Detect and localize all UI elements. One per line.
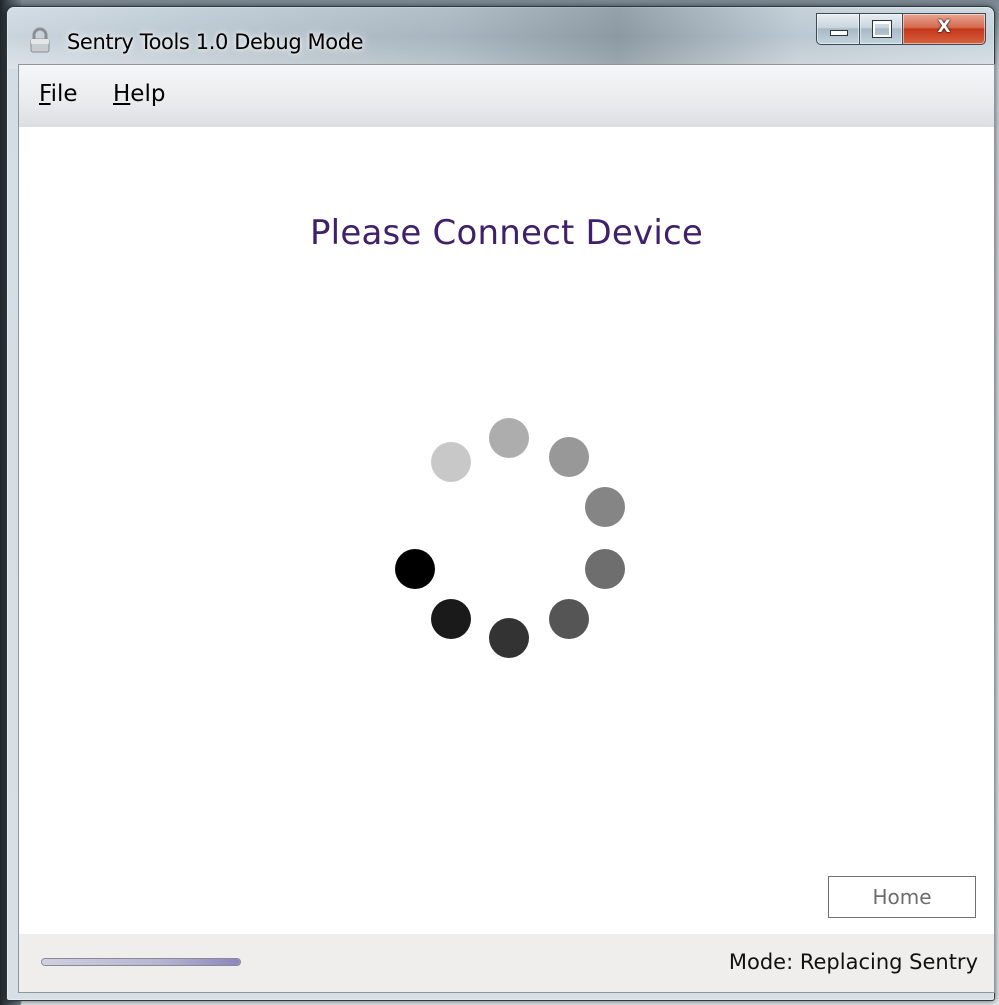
menu-help-label: elp — [130, 81, 166, 107]
status-mode-text: Mode: Replacing Sentry — [728, 950, 978, 974]
window-title: Sentry Tools 1.0 Debug Mode — [67, 30, 364, 54]
progress-bar — [41, 958, 241, 966]
home-button[interactable]: Home — [828, 876, 976, 918]
spinner-dot — [489, 418, 529, 458]
maximize-icon — [872, 20, 892, 38]
spinner-dot — [431, 599, 471, 639]
close-button[interactable]: X — [903, 13, 986, 45]
page-title: Please Connect Device — [309, 213, 703, 253]
maximize-button[interactable] — [860, 13, 903, 45]
spinner-dot — [585, 549, 625, 589]
menu-file-accelerator: F — [39, 81, 51, 107]
menu-file-label: ile — [50, 81, 78, 107]
client-area: File Help Please Connect Device Home Mod… — [18, 64, 995, 993]
minimize-icon — [830, 30, 848, 36]
menu-help-accelerator: H — [113, 81, 131, 107]
spinner-dot — [431, 442, 471, 482]
spinner-dot — [549, 599, 589, 639]
menu-bar: File Help — [19, 65, 994, 127]
spinner-dot — [585, 487, 625, 527]
caption-buttons: X — [816, 13, 986, 45]
minimize-button[interactable] — [816, 13, 860, 45]
loading-spinner-icon — [19, 65, 994, 992]
spinner-dot — [395, 549, 435, 589]
padlock-icon — [30, 27, 50, 53]
menu-file[interactable]: File — [39, 81, 78, 107]
status-bar: Mode: Replacing Sentry — [19, 934, 994, 992]
progress-bar-fill — [42, 959, 240, 965]
spinner-dot — [489, 618, 529, 658]
title-bar[interactable]: Sentry Tools 1.0 Debug Mode X — [7, 7, 994, 69]
close-icon: X — [937, 17, 951, 37]
menu-help[interactable]: Help — [113, 81, 165, 107]
spinner-dot — [549, 437, 589, 477]
